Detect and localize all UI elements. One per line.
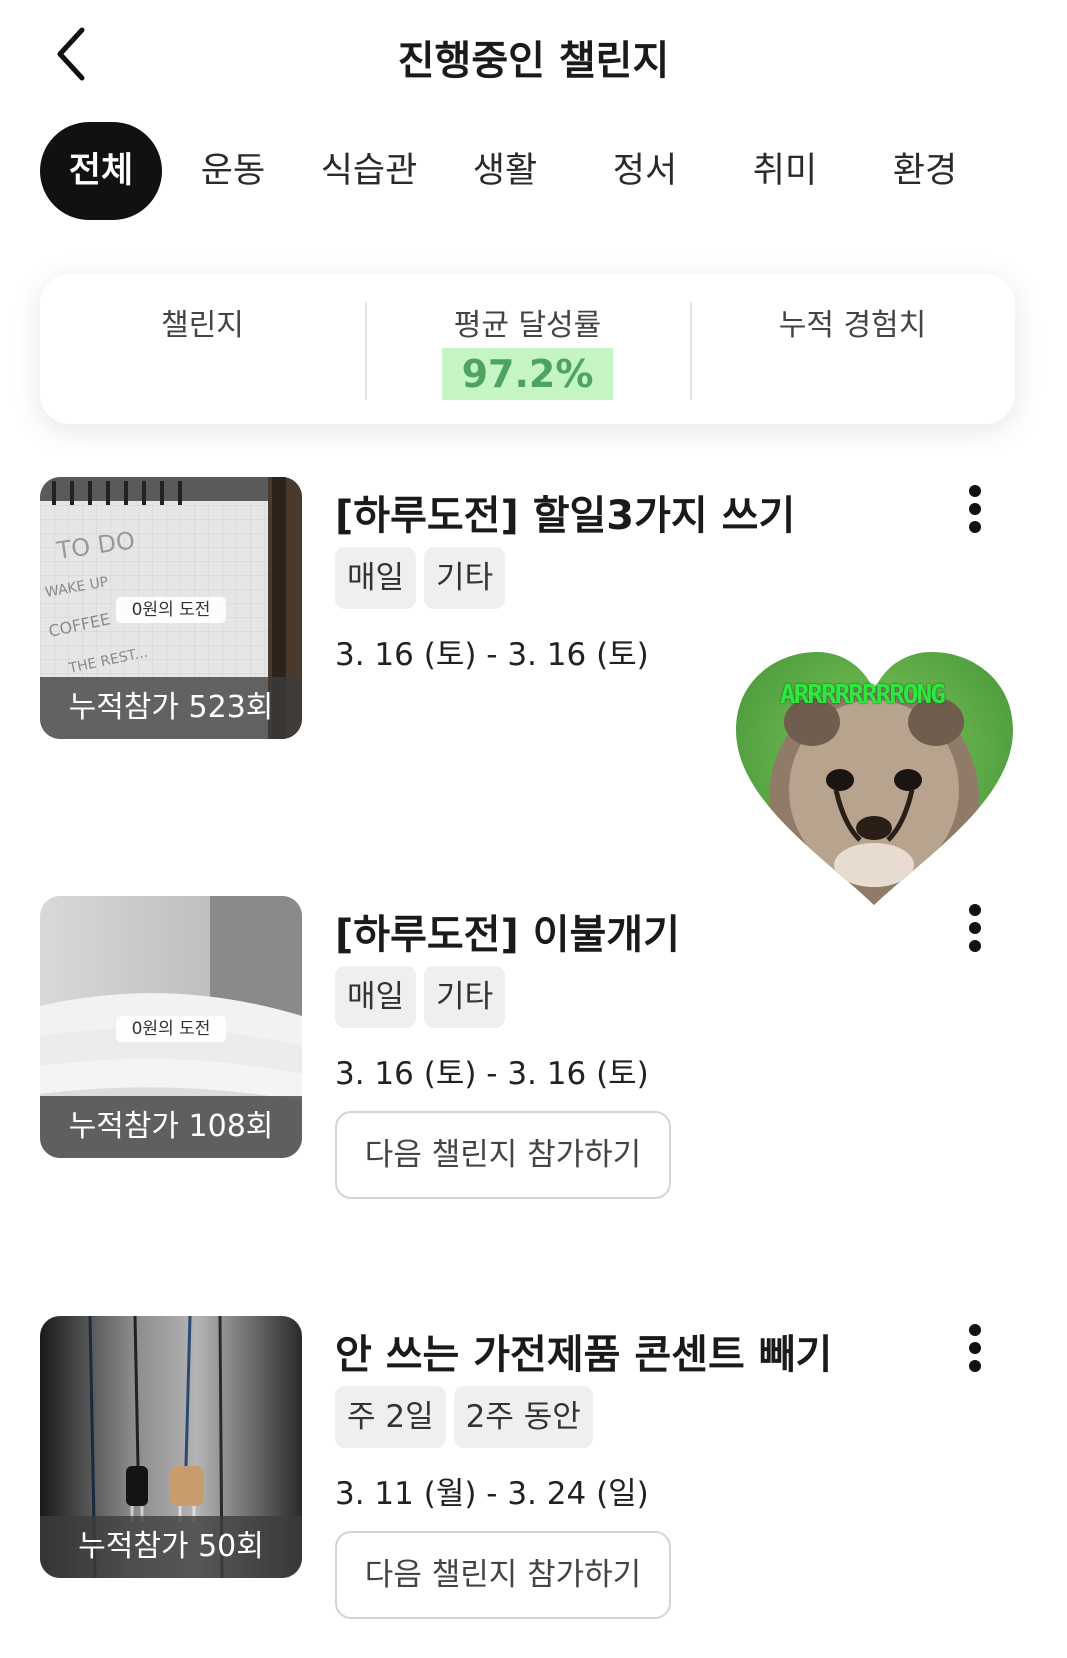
tab-diet[interactable]: 식습관: [308, 122, 430, 220]
zero-cost-badge: 0원의 도전: [116, 1016, 226, 1042]
dot-icon: [969, 940, 981, 952]
challenge-item[interactable]: 누적참가 50회 안 쓰는 가전제품 콘센트 빼기 주 2일 2주 동안 3. 1…: [40, 1316, 1030, 1619]
header: 진행중인 챌린지: [0, 0, 1067, 110]
dot-icon: [969, 1324, 981, 1336]
dot-icon: [969, 503, 981, 515]
dot-icon: [969, 904, 981, 916]
challenge-title[interactable]: [하루도전] 이불개기: [335, 902, 680, 960]
page-title: 진행중인 챌린지: [397, 38, 670, 84]
more-options-button[interactable]: [960, 485, 990, 533]
challenge-title[interactable]: 안 쓰는 가전제품 콘센트 빼기: [335, 1322, 832, 1380]
stat-average-label: 평균 달성률: [453, 308, 602, 343]
stat-challenge-label: 챌린지: [161, 308, 244, 343]
dot-icon: [969, 1360, 981, 1372]
challenge-title[interactable]: [하루도전] 할일3가지 쓰기: [335, 483, 795, 541]
stat-average: 평균 달성률 97.2%: [365, 274, 690, 424]
challenge-thumbnail: 누적참가 50회: [40, 1316, 302, 1578]
cheetah-heart-sticker: ARRRRRRRRONG: [732, 650, 1017, 908]
tab-hobby[interactable]: 취미: [730, 122, 840, 220]
frequency-tag: 매일: [335, 966, 417, 1028]
category-tag: 기타: [424, 966, 506, 1028]
participants-count: 누적참가 50회: [40, 1516, 302, 1578]
frequency-tag: 주 2일: [335, 1386, 446, 1448]
join-next-challenge-button[interactable]: 다음 챌린지 참가하기: [335, 1111, 671, 1199]
stat-xp-label: 누적 경험치: [778, 308, 927, 343]
tab-emotion[interactable]: 정서: [590, 122, 700, 220]
stat-xp: 누적 경험치: [690, 274, 1015, 424]
tab-life[interactable]: 생활: [450, 122, 560, 220]
challenge-tags: 매일 기타: [335, 966, 513, 1028]
stat-challenge: 챌린지: [40, 274, 365, 424]
challenge-dates: 3. 16 (토) - 3. 16 (토): [335, 637, 649, 673]
challenge-dates: 3. 16 (토) - 3. 16 (토): [335, 1056, 649, 1092]
dot-icon: [969, 485, 981, 497]
dot-icon: [969, 1342, 981, 1354]
frequency-tag: 매일: [335, 547, 417, 609]
category-tabs: 전체 운동 식습관 생활 정서 취미 환경: [40, 122, 1030, 220]
stat-average-value: 97.2%: [441, 348, 614, 400]
participants-count: 누적참가 523회: [40, 677, 302, 739]
sticker-caption: ARRRRRRRRONG: [780, 680, 946, 710]
dot-icon: [969, 521, 981, 533]
zero-cost-badge: 0원의 도전: [116, 597, 226, 623]
duration-tag: 2주 동안: [453, 1386, 593, 1448]
category-tag: 기타: [424, 547, 506, 609]
stats-card: 챌린지 평균 달성률 97.2% 누적 경험치: [40, 274, 1015, 424]
challenge-page: 진행중인 챌린지 전체 운동 식습관 생활 정서 취미 환경 챌린지 평균 달성…: [0, 0, 1067, 1658]
dot-icon: [969, 922, 981, 934]
more-options-button[interactable]: [960, 1324, 990, 1372]
tab-all[interactable]: 전체: [40, 122, 162, 220]
challenge-dates: 3. 11 (월) - 3. 24 (일): [335, 1476, 649, 1512]
tab-exercise[interactable]: 운동: [178, 122, 288, 220]
tab-environment[interactable]: 환경: [870, 122, 980, 220]
participants-count: 누적참가 108회: [40, 1096, 302, 1158]
challenge-tags: 매일 기타: [335, 547, 513, 609]
more-options-button[interactable]: [960, 904, 990, 952]
challenge-tags: 주 2일 2주 동안: [335, 1386, 601, 1448]
join-next-challenge-button[interactable]: 다음 챌린지 참가하기: [335, 1531, 671, 1619]
